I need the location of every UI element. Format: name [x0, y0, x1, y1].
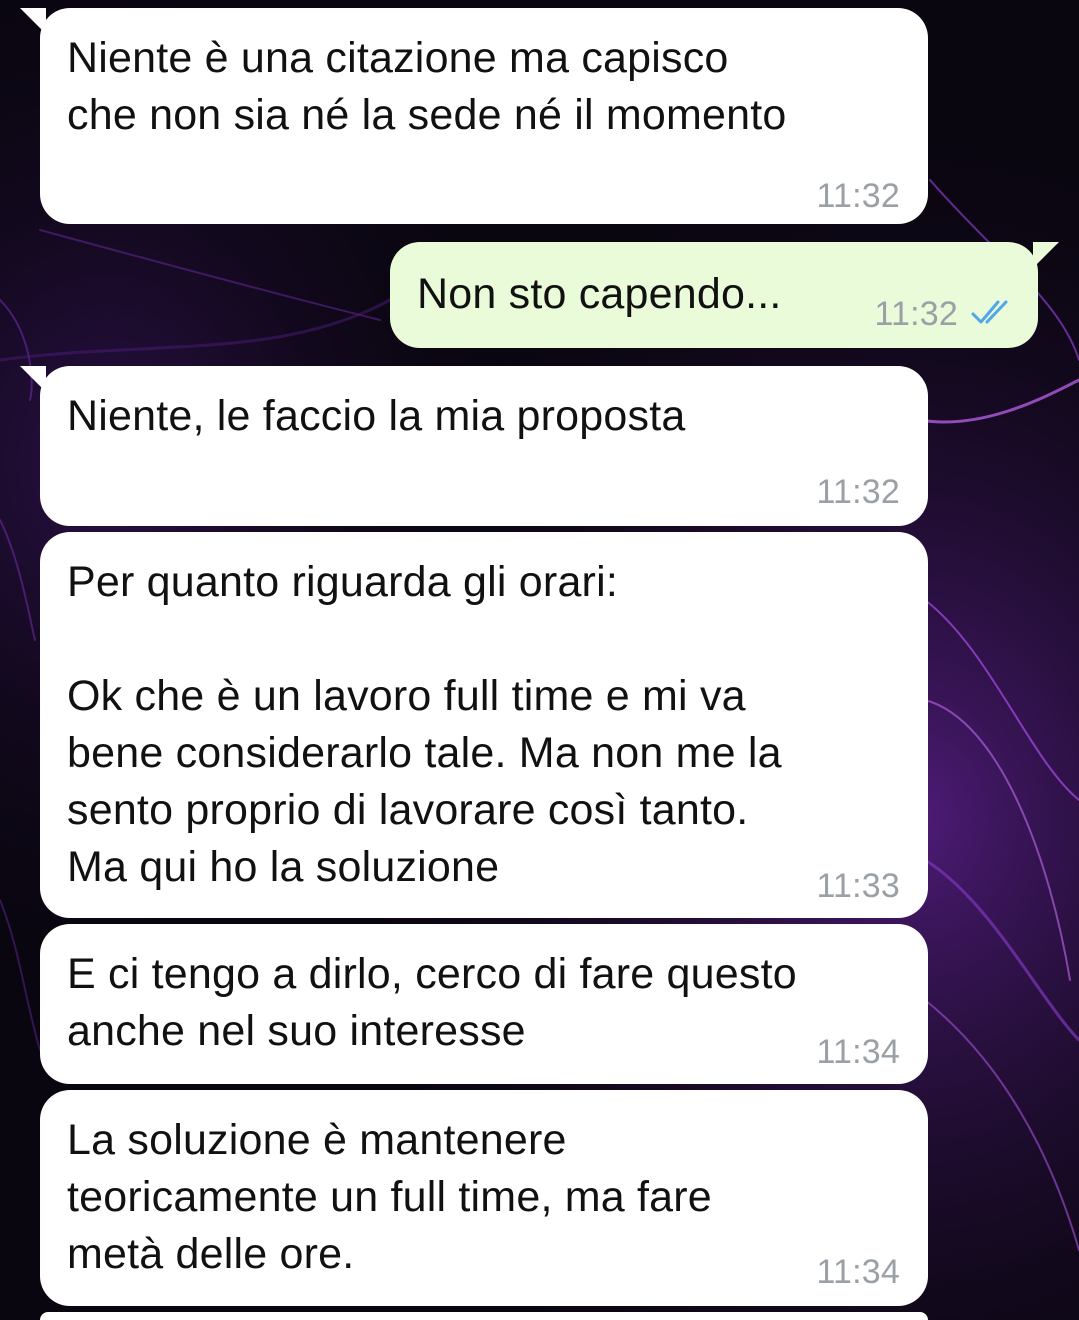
read-double-check-icon [971, 300, 1008, 324]
message-time: 11:34 [816, 1033, 900, 1071]
incoming-message[interactable]: Niente è una citazione ma capisco che no… [40, 8, 928, 224]
message-text: Niente è una citazione ma capisco che no… [67, 34, 787, 139]
message-text: E ci tengo a dirlo, cerco di fare questo… [67, 950, 797, 1055]
incoming-message-partial[interactable] [40, 1312, 928, 1320]
incoming-message[interactable]: La soluzione è mantenere teoricamente un… [40, 1090, 928, 1306]
message-text: Non sto capendo... [417, 270, 782, 318]
message-text: La soluzione è mantenere teoricamente un… [67, 1116, 712, 1278]
message-time: 11:32 [816, 177, 900, 215]
chat-message-list[interactable]: Niente è una citazione ma capisco che no… [0, 0, 1079, 1320]
message-time: 11:34 [816, 1253, 900, 1291]
message-time: 11:32 [816, 473, 900, 511]
message-text: Per quanto riguarda gli orari: Ok che è … [67, 558, 782, 891]
message-time: 11:33 [816, 867, 900, 905]
incoming-message[interactable]: E ci tengo a dirlo, cerco di fare questo… [40, 924, 928, 1084]
outgoing-message[interactable]: Non sto capendo... 11:32 [390, 242, 1038, 348]
message-text: Niente, le faccio la mia proposta [67, 392, 686, 440]
incoming-message[interactable]: Per quanto riguarda gli orari: Ok che è … [40, 532, 928, 918]
message-time: 11:32 [874, 295, 958, 333]
incoming-message[interactable]: Niente, le faccio la mia proposta 11:32 [40, 366, 928, 526]
